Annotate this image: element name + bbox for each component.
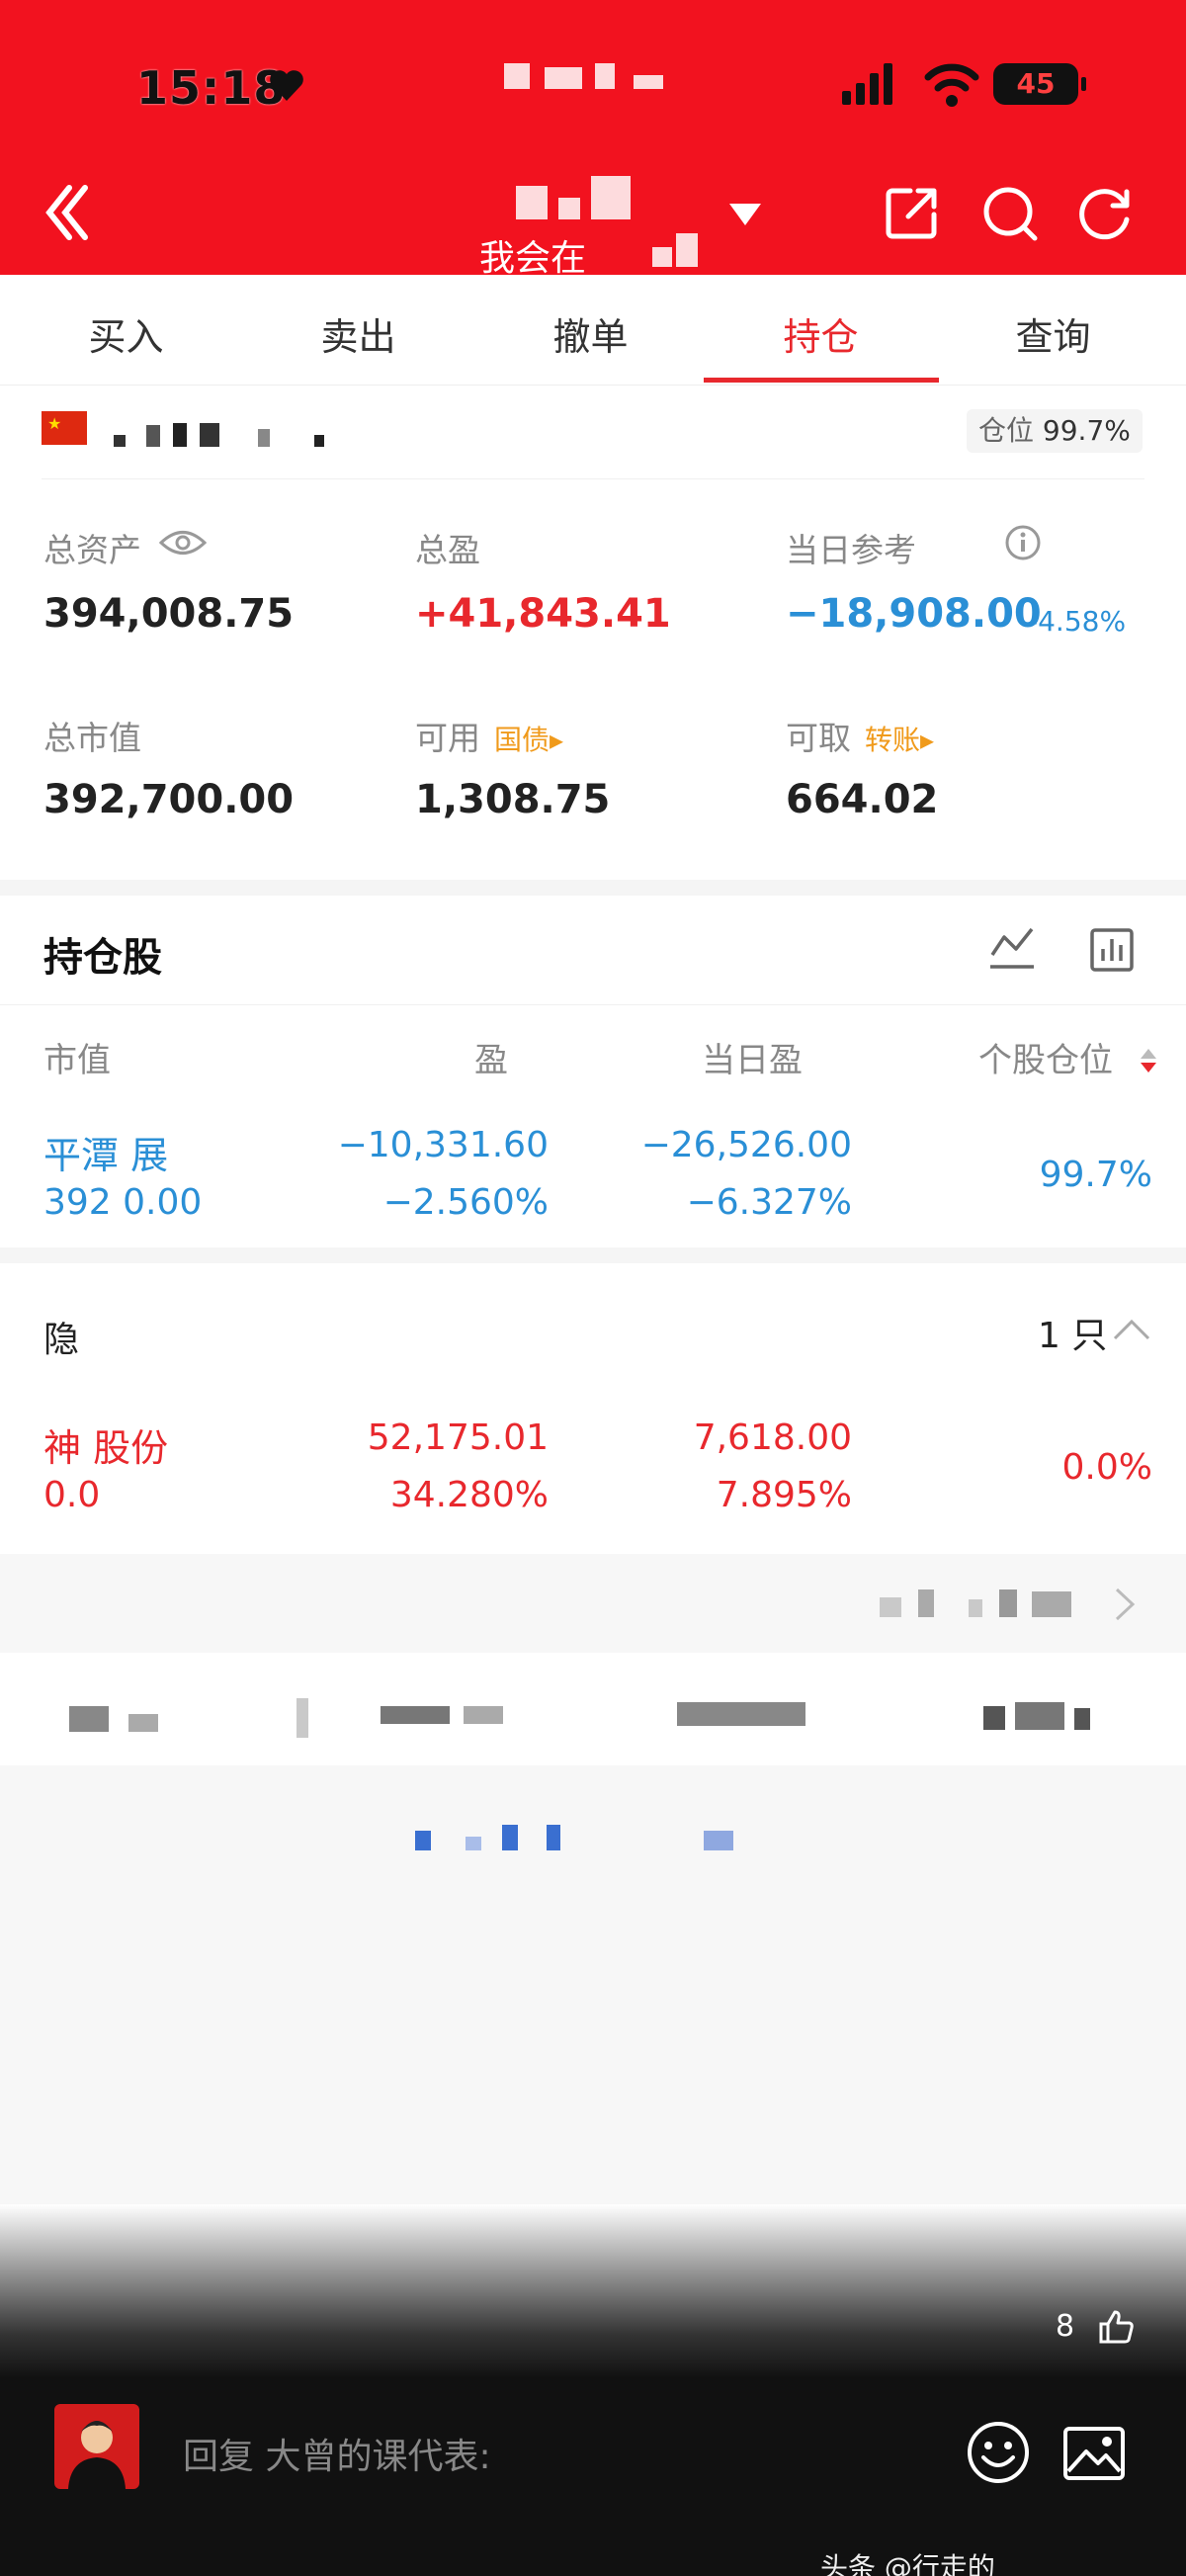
stock-today-pl: −26,526.00 bbox=[640, 1125, 852, 1165]
hidden-holdings-label: 隐 bbox=[43, 1320, 80, 1360]
info-icon[interactable] bbox=[1004, 524, 1042, 561]
holdings-title: 持仓股 bbox=[43, 935, 162, 981]
today-ref-label: 当日参考 bbox=[786, 531, 916, 569]
more-link-redacted bbox=[880, 1589, 1107, 1619]
stock-name: 平潭 展 bbox=[43, 1134, 169, 1177]
tab-positions[interactable]: 持仓 bbox=[705, 306, 937, 361]
treasury-bond-link[interactable]: 国债▸ bbox=[494, 724, 563, 756]
heart-icon bbox=[270, 70, 303, 101]
withdrawable-value: 664.02 bbox=[786, 777, 939, 822]
withdrawable-label: 可取 转账▸ bbox=[786, 719, 935, 757]
thumbs-up-icon[interactable] bbox=[1097, 2308, 1135, 2346]
total-assets-label: 总资产 bbox=[43, 531, 141, 569]
holdings-header: 持仓股 bbox=[0, 896, 1186, 1004]
user-avatar[interactable] bbox=[54, 2404, 139, 2489]
stock-today-pl-pct: −6.327% bbox=[686, 1182, 852, 1223]
today-ref-value: −18,908.00 bbox=[786, 591, 1042, 637]
account-title-dropdown[interactable]: 我会在 bbox=[465, 168, 761, 279]
transfer-link[interactable]: 转账▸ bbox=[865, 724, 934, 756]
reply-input[interactable]: 回复 大曾的课代表: bbox=[183, 2428, 491, 2479]
watermark: 头条 @行走的 bbox=[820, 2551, 995, 2576]
hidden-holdings-count: 1 只 bbox=[1038, 1316, 1108, 1356]
col-weight[interactable]: 个股仓位 bbox=[978, 1033, 1113, 1081]
total-pl-value: +41,843.41 bbox=[415, 591, 671, 637]
stock-weight: 0.0% bbox=[1061, 1447, 1152, 1488]
tab-query[interactable]: 查询 bbox=[937, 306, 1169, 361]
stock-today-pl: 7,618.00 bbox=[693, 1417, 852, 1458]
like-count: 8 bbox=[1056, 2309, 1075, 2344]
account-subtitle: 我会在 bbox=[479, 238, 587, 279]
tab-sell[interactable]: 卖出 bbox=[242, 306, 474, 361]
available-value: 1,308.75 bbox=[415, 777, 611, 822]
battery-indicator: 45 bbox=[993, 63, 1086, 105]
back-double-chevron-icon[interactable] bbox=[40, 178, 99, 247]
eye-icon[interactable] bbox=[158, 528, 208, 558]
position-ratio-badge: 仓位 99.7% bbox=[967, 409, 1143, 453]
holdings-column-header: 市值 盈 当日盈 个股仓位 bbox=[0, 1004, 1186, 1101]
available-label: 可用 国债▸ bbox=[415, 719, 564, 757]
more-link-row[interactable] bbox=[0, 1554, 1186, 1653]
status-time: 15:18 bbox=[136, 61, 287, 115]
stock-market-value: 0.0 bbox=[43, 1475, 101, 1515]
hidden-holdings-header[interactable]: 隐 1 只 bbox=[0, 1263, 1186, 1392]
account-summary: ★ 仓位 99.7% 总资产 394,008.75 总盈 +41,843.41 … bbox=[0, 386, 1186, 880]
top-bar: 15:18 45 我会在 bbox=[0, 0, 1186, 279]
link-redacted bbox=[415, 1825, 810, 1858]
tab-cancel-order[interactable]: 撤单 bbox=[474, 306, 707, 361]
stock-today-pl-pct: 7.895% bbox=[716, 1475, 852, 1515]
share-icon[interactable] bbox=[885, 185, 940, 240]
stock-weight: 99.7% bbox=[1039, 1155, 1152, 1195]
bottom-actions-redacted bbox=[0, 1671, 1186, 1765]
col-today-pl[interactable]: 当日盈 bbox=[702, 1033, 803, 1081]
china-flag-icon: ★ bbox=[42, 411, 87, 445]
stock-pl: −10,331.60 bbox=[337, 1125, 549, 1165]
account-number-redacted bbox=[114, 423, 371, 447]
stock-pl-pct: 34.280% bbox=[389, 1475, 549, 1515]
market-value-value: 392,700.00 bbox=[43, 777, 295, 822]
col-market-value[interactable]: 市值 bbox=[43, 1033, 111, 1081]
holding-row[interactable]: 平潭 展 392 0.00 −10,331.60 −2.560% −26,526… bbox=[0, 1101, 1186, 1247]
chevron-right-icon bbox=[1115, 1588, 1136, 1621]
image-icon[interactable] bbox=[1062, 2426, 1126, 2481]
active-tab-indicator bbox=[704, 378, 939, 383]
account-subtitle-redacted bbox=[652, 233, 698, 273]
hidden-holding-row[interactable]: 神 股份 0.0 52,175.01 34.280% 7,618.00 7.89… bbox=[0, 1392, 1186, 1540]
refresh-icon[interactable] bbox=[1077, 186, 1133, 241]
market-value-label: 总市值 bbox=[43, 719, 141, 757]
stock-name: 神 股份 bbox=[43, 1426, 169, 1470]
today-ref-pct: -4.58% bbox=[1028, 605, 1127, 638]
total-pl-label: 总盈 bbox=[415, 531, 480, 569]
col-pl[interactable]: 盈 bbox=[474, 1033, 508, 1081]
overlay-fade bbox=[0, 2204, 1186, 2378]
search-icon[interactable] bbox=[981, 185, 1039, 242]
bar-chart-icon[interactable] bbox=[1089, 927, 1135, 973]
empty-area bbox=[0, 1765, 1186, 2204]
account-title-redacted bbox=[516, 176, 644, 227]
status-center-redacted bbox=[504, 63, 682, 93]
tab-buy[interactable]: 买入 bbox=[10, 306, 242, 361]
stock-pl-pct: −2.560% bbox=[382, 1182, 549, 1223]
sort-icon[interactable] bbox=[1137, 1047, 1160, 1074]
stock-pl: 52,175.01 bbox=[367, 1417, 549, 1458]
comment-bar: 回复 大曾的课代表: 头条 @行走的 bbox=[0, 2378, 1186, 2576]
stock-market-value: 392 0.00 bbox=[43, 1182, 203, 1223]
trade-tabs: 买入 卖出 撤单 持仓 查询 bbox=[0, 275, 1186, 386]
emoji-icon[interactable] bbox=[966, 2420, 1031, 2485]
total-assets-value: 394,008.75 bbox=[43, 591, 295, 637]
trend-line-icon[interactable] bbox=[988, 925, 1036, 971]
chevron-up-icon[interactable] bbox=[1111, 1317, 1152, 1342]
caret-down-icon bbox=[729, 204, 761, 225]
cellular-signal-icon bbox=[842, 63, 892, 105]
wifi-icon bbox=[924, 63, 979, 107]
